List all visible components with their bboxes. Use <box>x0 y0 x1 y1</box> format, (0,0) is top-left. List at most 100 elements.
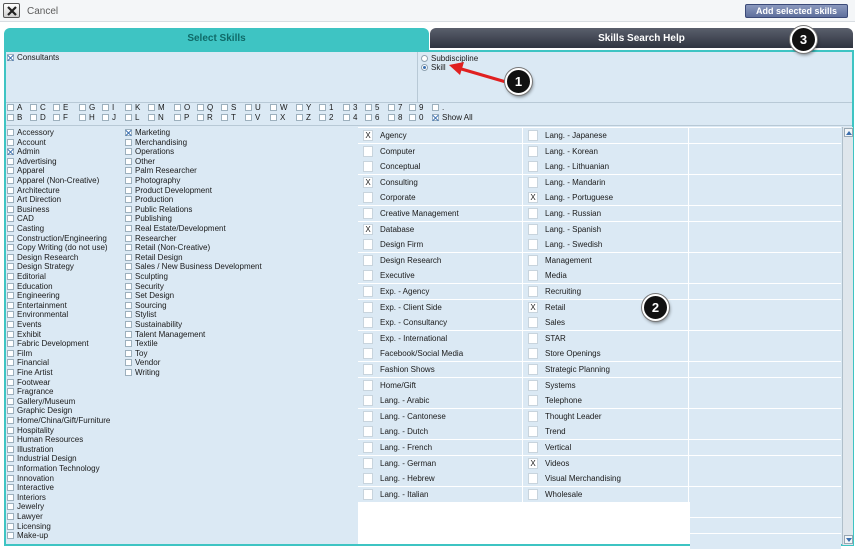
skill-cell[interactable]: Design Firm <box>360 237 522 252</box>
skill-cell[interactable]: Lang. - German <box>360 456 522 471</box>
skill-cell[interactable]: Lang. - Hebrew <box>360 471 522 486</box>
skill-checkbox[interactable] <box>528 379 538 391</box>
skill-cell[interactable]: X Agency <box>360 128 522 143</box>
category-checkbox[interactable] <box>125 311 132 319</box>
skill-checkbox[interactable] <box>528 270 538 282</box>
category-checkbox[interactable] <box>125 177 132 184</box>
skill-cell[interactable]: X Videos <box>525 456 687 471</box>
skill-checkbox[interactable] <box>528 239 538 251</box>
skill-cell[interactable]: Conceptual <box>360 159 522 174</box>
skill-checkbox[interactable] <box>528 473 538 485</box>
skill-cell[interactable]: Lang. - Swedish <box>525 237 687 252</box>
skill-checkbox[interactable] <box>363 442 373 453</box>
category-checkbox[interactable] <box>125 273 132 280</box>
skill-cell[interactable]: Exp. - Consultancy <box>360 315 522 330</box>
skill-checkbox[interactable] <box>363 457 373 469</box>
letter-checkbox[interactable] <box>7 114 14 121</box>
skill-checkbox[interactable] <box>363 395 373 407</box>
skill-checkbox[interactable] <box>528 364 538 375</box>
category-checkbox[interactable] <box>7 359 14 367</box>
letter-checkbox[interactable] <box>296 104 303 111</box>
category-checkbox[interactable] <box>7 263 14 271</box>
letter-checkbox[interactable] <box>365 114 372 121</box>
category-checkbox[interactable] <box>125 196 132 204</box>
tab-select-skills[interactable]: Select Skills <box>4 28 429 50</box>
skill-cell[interactable]: Store Openings <box>525 346 687 361</box>
category-checkbox[interactable] <box>125 253 132 261</box>
category-checkbox[interactable] <box>125 148 132 156</box>
category-checkbox[interactable] <box>7 369 14 376</box>
category-checkbox[interactable] <box>7 426 14 434</box>
skill-checkbox[interactable] <box>363 426 373 438</box>
category-checkbox[interactable] <box>7 234 14 242</box>
consultants-checkbox[interactable] <box>7 54 14 61</box>
skill-checkbox[interactable] <box>363 348 373 360</box>
category-checkbox[interactable] <box>7 465 14 472</box>
letter-checkbox[interactable] <box>102 104 109 111</box>
letter-checkbox[interactable] <box>343 114 350 121</box>
category-checkbox[interactable] <box>125 349 132 357</box>
close-icon[interactable] <box>3 3 20 18</box>
category-checkbox[interactable] <box>125 186 132 194</box>
skill-checkbox[interactable] <box>363 488 373 500</box>
letter-checkbox[interactable] <box>296 114 303 121</box>
category-checkbox[interactable] <box>125 292 132 300</box>
letter-checkbox[interactable] <box>270 114 277 121</box>
skill-cell[interactable]: Trend <box>525 424 687 439</box>
category-checkbox[interactable] <box>7 340 14 348</box>
skill-cell[interactable]: Management <box>525 253 687 268</box>
category-checkbox[interactable] <box>7 225 14 232</box>
skill-checkbox[interactable] <box>363 286 373 297</box>
skill-checkbox[interactable] <box>363 254 373 266</box>
letter-checkbox[interactable] <box>148 114 155 121</box>
skill-cell[interactable]: Lang. - Dutch <box>360 424 522 439</box>
skill-cell[interactable]: Thought Leader <box>525 409 687 424</box>
letter-checkbox[interactable] <box>79 114 86 121</box>
letter-checkbox[interactable] <box>53 114 60 121</box>
letter-checkbox[interactable] <box>174 104 181 111</box>
letter-checkbox[interactable] <box>102 114 109 121</box>
category-checkbox[interactable] <box>7 474 14 482</box>
skill-cell[interactable]: Exp. - International <box>360 331 522 346</box>
category-checkbox[interactable] <box>125 301 132 309</box>
skill-radio[interactable] <box>421 64 428 71</box>
skill-checkbox[interactable] <box>363 473 373 485</box>
category-checkbox[interactable] <box>7 321 14 328</box>
category-checkbox[interactable] <box>7 503 14 511</box>
category-checkbox[interactable] <box>125 330 132 338</box>
category-checkbox[interactable] <box>7 388 14 396</box>
skill-cell[interactable]: Facebook/Social Media <box>360 346 522 361</box>
category-checkbox[interactable] <box>7 532 14 540</box>
skill-checkbox[interactable] <box>363 410 373 422</box>
skill-checkbox[interactable] <box>528 208 538 219</box>
category-checkbox[interactable] <box>7 436 14 444</box>
skill-checkbox[interactable] <box>363 332 373 344</box>
skill-cell[interactable]: Home/Gift <box>360 378 522 393</box>
category-checkbox[interactable] <box>125 282 132 290</box>
skill-checkbox[interactable] <box>363 192 373 204</box>
skill-checkbox[interactable] <box>528 145 538 157</box>
skill-checkbox[interactable]: X <box>363 176 373 188</box>
skill-cell[interactable]: Lang. - Lithuanian <box>525 159 687 174</box>
category-checkbox[interactable] <box>125 340 132 348</box>
skill-checkbox[interactable]: X <box>528 457 538 469</box>
category-checkbox[interactable] <box>7 282 14 290</box>
skill-checkbox[interactable] <box>528 130 538 141</box>
category-checkbox[interactable] <box>7 397 14 405</box>
letter-checkbox[interactable] <box>319 114 326 121</box>
letter-checkbox[interactable] <box>197 114 204 121</box>
skill-cell[interactable]: Lang. - Russian <box>525 206 687 221</box>
category-checkbox[interactable] <box>7 349 14 357</box>
letter-checkbox[interactable] <box>432 104 439 111</box>
scroll-up-icon[interactable] <box>844 128 853 137</box>
skill-cell[interactable]: Computer <box>360 144 522 159</box>
category-checkbox[interactable] <box>125 205 132 213</box>
skill-checkbox[interactable] <box>528 442 538 453</box>
skill-cell[interactable]: STAR <box>525 331 687 346</box>
category-checkbox[interactable] <box>125 321 132 328</box>
skill-checkbox[interactable] <box>528 161 538 173</box>
skill-cell[interactable]: Lang. - Mandarin <box>525 175 687 190</box>
letter-checkbox[interactable] <box>221 114 228 121</box>
skill-checkbox[interactable] <box>363 161 373 173</box>
letter-checkbox[interactable] <box>125 104 132 111</box>
